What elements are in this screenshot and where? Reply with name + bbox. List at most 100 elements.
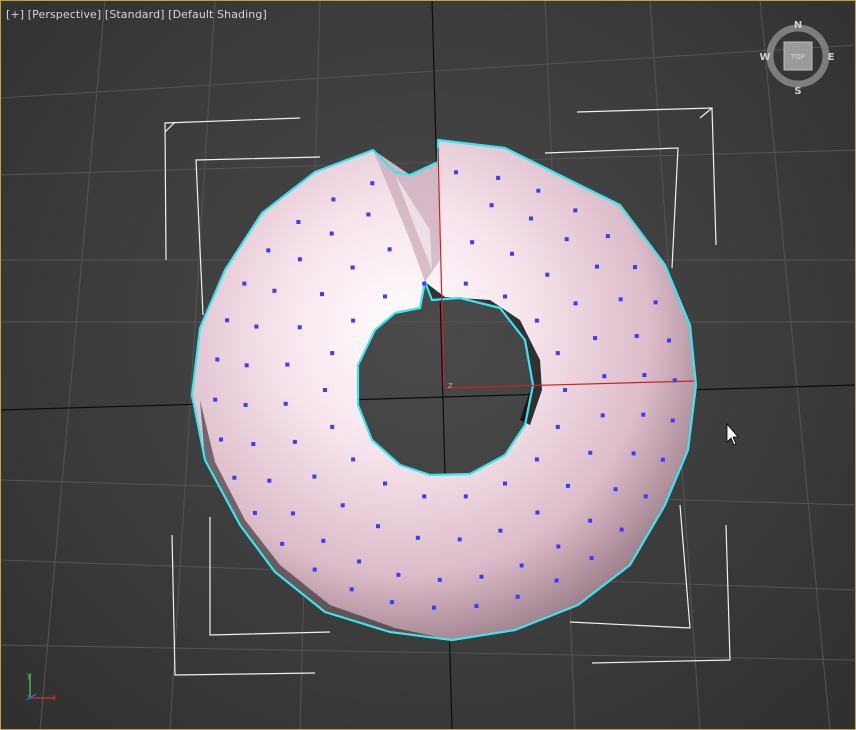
vertex-point bbox=[672, 378, 677, 383]
vertex-point bbox=[323, 388, 327, 392]
compass-east[interactable]: E bbox=[828, 52, 835, 63]
vertex-point bbox=[387, 247, 392, 252]
vertex-point bbox=[213, 397, 218, 402]
vertex-point bbox=[566, 483, 570, 488]
vertex-point bbox=[631, 451, 636, 456]
vertex-point bbox=[329, 231, 334, 236]
vertex-point bbox=[474, 604, 479, 608]
vertex-point bbox=[667, 338, 671, 343]
vertex-point bbox=[619, 527, 624, 532]
vertex-point bbox=[670, 418, 675, 423]
compass-south[interactable]: S bbox=[794, 86, 801, 97]
vertex-point bbox=[618, 297, 623, 302]
vertex-point bbox=[534, 318, 539, 323]
vertex-point bbox=[437, 577, 442, 582]
vertex-point bbox=[454, 170, 458, 175]
vertex-point bbox=[244, 363, 249, 368]
vertex-point bbox=[496, 175, 501, 180]
vertex-point bbox=[588, 518, 593, 523]
viewcube[interactable]: TOP N S E W bbox=[759, 20, 834, 97]
vertex-point bbox=[641, 412, 646, 417]
vertex-point bbox=[515, 594, 520, 599]
vertex-point bbox=[350, 265, 355, 270]
vertex-point bbox=[292, 439, 297, 444]
torus-object[interactable] bbox=[192, 140, 696, 640]
vertex-point bbox=[331, 197, 336, 202]
vertex-point bbox=[232, 475, 237, 480]
vertex-point bbox=[633, 265, 637, 270]
scene-canvas[interactable]: z TOP N S E W y x z bbox=[0, 0, 856, 730]
vertex-point bbox=[383, 481, 387, 486]
vertex-point bbox=[312, 474, 317, 479]
vertex-point bbox=[330, 351, 335, 356]
vertex-point bbox=[643, 494, 648, 499]
vertex-point bbox=[251, 442, 256, 446]
vertex-point bbox=[554, 578, 559, 583]
pivot-axis-label: z bbox=[448, 381, 453, 391]
tripod-x-label: x bbox=[52, 693, 57, 702]
vertex-point bbox=[534, 457, 539, 462]
vertex-point bbox=[283, 401, 288, 406]
vertex-point bbox=[589, 556, 594, 560]
vertex-point bbox=[219, 437, 223, 442]
vertex-point bbox=[498, 528, 503, 533]
vertex-point bbox=[660, 457, 665, 462]
vertex-point bbox=[489, 203, 494, 208]
vertex-point bbox=[470, 240, 475, 245]
vertex-point bbox=[280, 541, 285, 546]
vertex-point bbox=[415, 535, 420, 540]
vertex-point bbox=[297, 325, 302, 330]
vertex-point bbox=[351, 318, 356, 323]
vertex-point bbox=[545, 272, 550, 277]
vertex-point bbox=[593, 336, 598, 341]
vertex-point bbox=[349, 587, 354, 592]
vertex-point bbox=[510, 251, 514, 256]
vertex-point bbox=[503, 481, 507, 486]
vertex-point bbox=[254, 324, 259, 329]
vertex-point bbox=[422, 494, 427, 499]
vertex-point bbox=[555, 424, 560, 429]
vertex-point bbox=[296, 220, 301, 224]
vertex-point bbox=[312, 567, 317, 572]
vertex-point bbox=[432, 605, 436, 610]
vertex-point bbox=[457, 537, 462, 542]
vertex-point bbox=[370, 181, 375, 186]
axis-tripod: y x z bbox=[26, 671, 57, 702]
vertex-point bbox=[642, 373, 647, 377]
vertex-point bbox=[536, 188, 541, 193]
vertex-point bbox=[602, 374, 607, 379]
vertex-point bbox=[463, 494, 468, 499]
vertex-point bbox=[564, 237, 569, 242]
tripod-z-label: z bbox=[26, 693, 30, 702]
vertex-point bbox=[563, 388, 567, 392]
vertex-point bbox=[383, 294, 387, 299]
vertex-point bbox=[357, 559, 361, 564]
compass-west[interactable]: W bbox=[759, 52, 770, 63]
vertex-point bbox=[243, 403, 248, 407]
vertex-point bbox=[634, 334, 639, 338]
vertex-point bbox=[366, 212, 371, 217]
vertex-point bbox=[340, 503, 345, 508]
vertex-point bbox=[272, 288, 277, 293]
vertex-point bbox=[396, 572, 401, 577]
vertex-point bbox=[519, 563, 524, 568]
vertex-point bbox=[605, 234, 610, 239]
vertex-point bbox=[422, 281, 427, 286]
vertex-point bbox=[321, 538, 326, 543]
vertex-point bbox=[376, 524, 380, 529]
vertex-point bbox=[285, 362, 290, 367]
vertex-point bbox=[389, 600, 394, 605]
vertex-point bbox=[215, 357, 220, 362]
vertex-point bbox=[653, 300, 658, 305]
vertex-point bbox=[588, 450, 593, 455]
viewcube-face-label: TOP bbox=[790, 53, 805, 61]
vertex-point bbox=[503, 294, 507, 299]
perspective-viewport[interactable]: [+] [Perspective] [Standard] [Default Sh… bbox=[0, 0, 856, 730]
compass-north[interactable]: N bbox=[794, 20, 802, 31]
vertex-point bbox=[573, 208, 578, 213]
vertex-point bbox=[529, 216, 533, 221]
vertex-point bbox=[556, 544, 561, 549]
vertex-point bbox=[600, 413, 605, 418]
vertex-point bbox=[297, 257, 302, 262]
vertex-point bbox=[573, 301, 578, 306]
